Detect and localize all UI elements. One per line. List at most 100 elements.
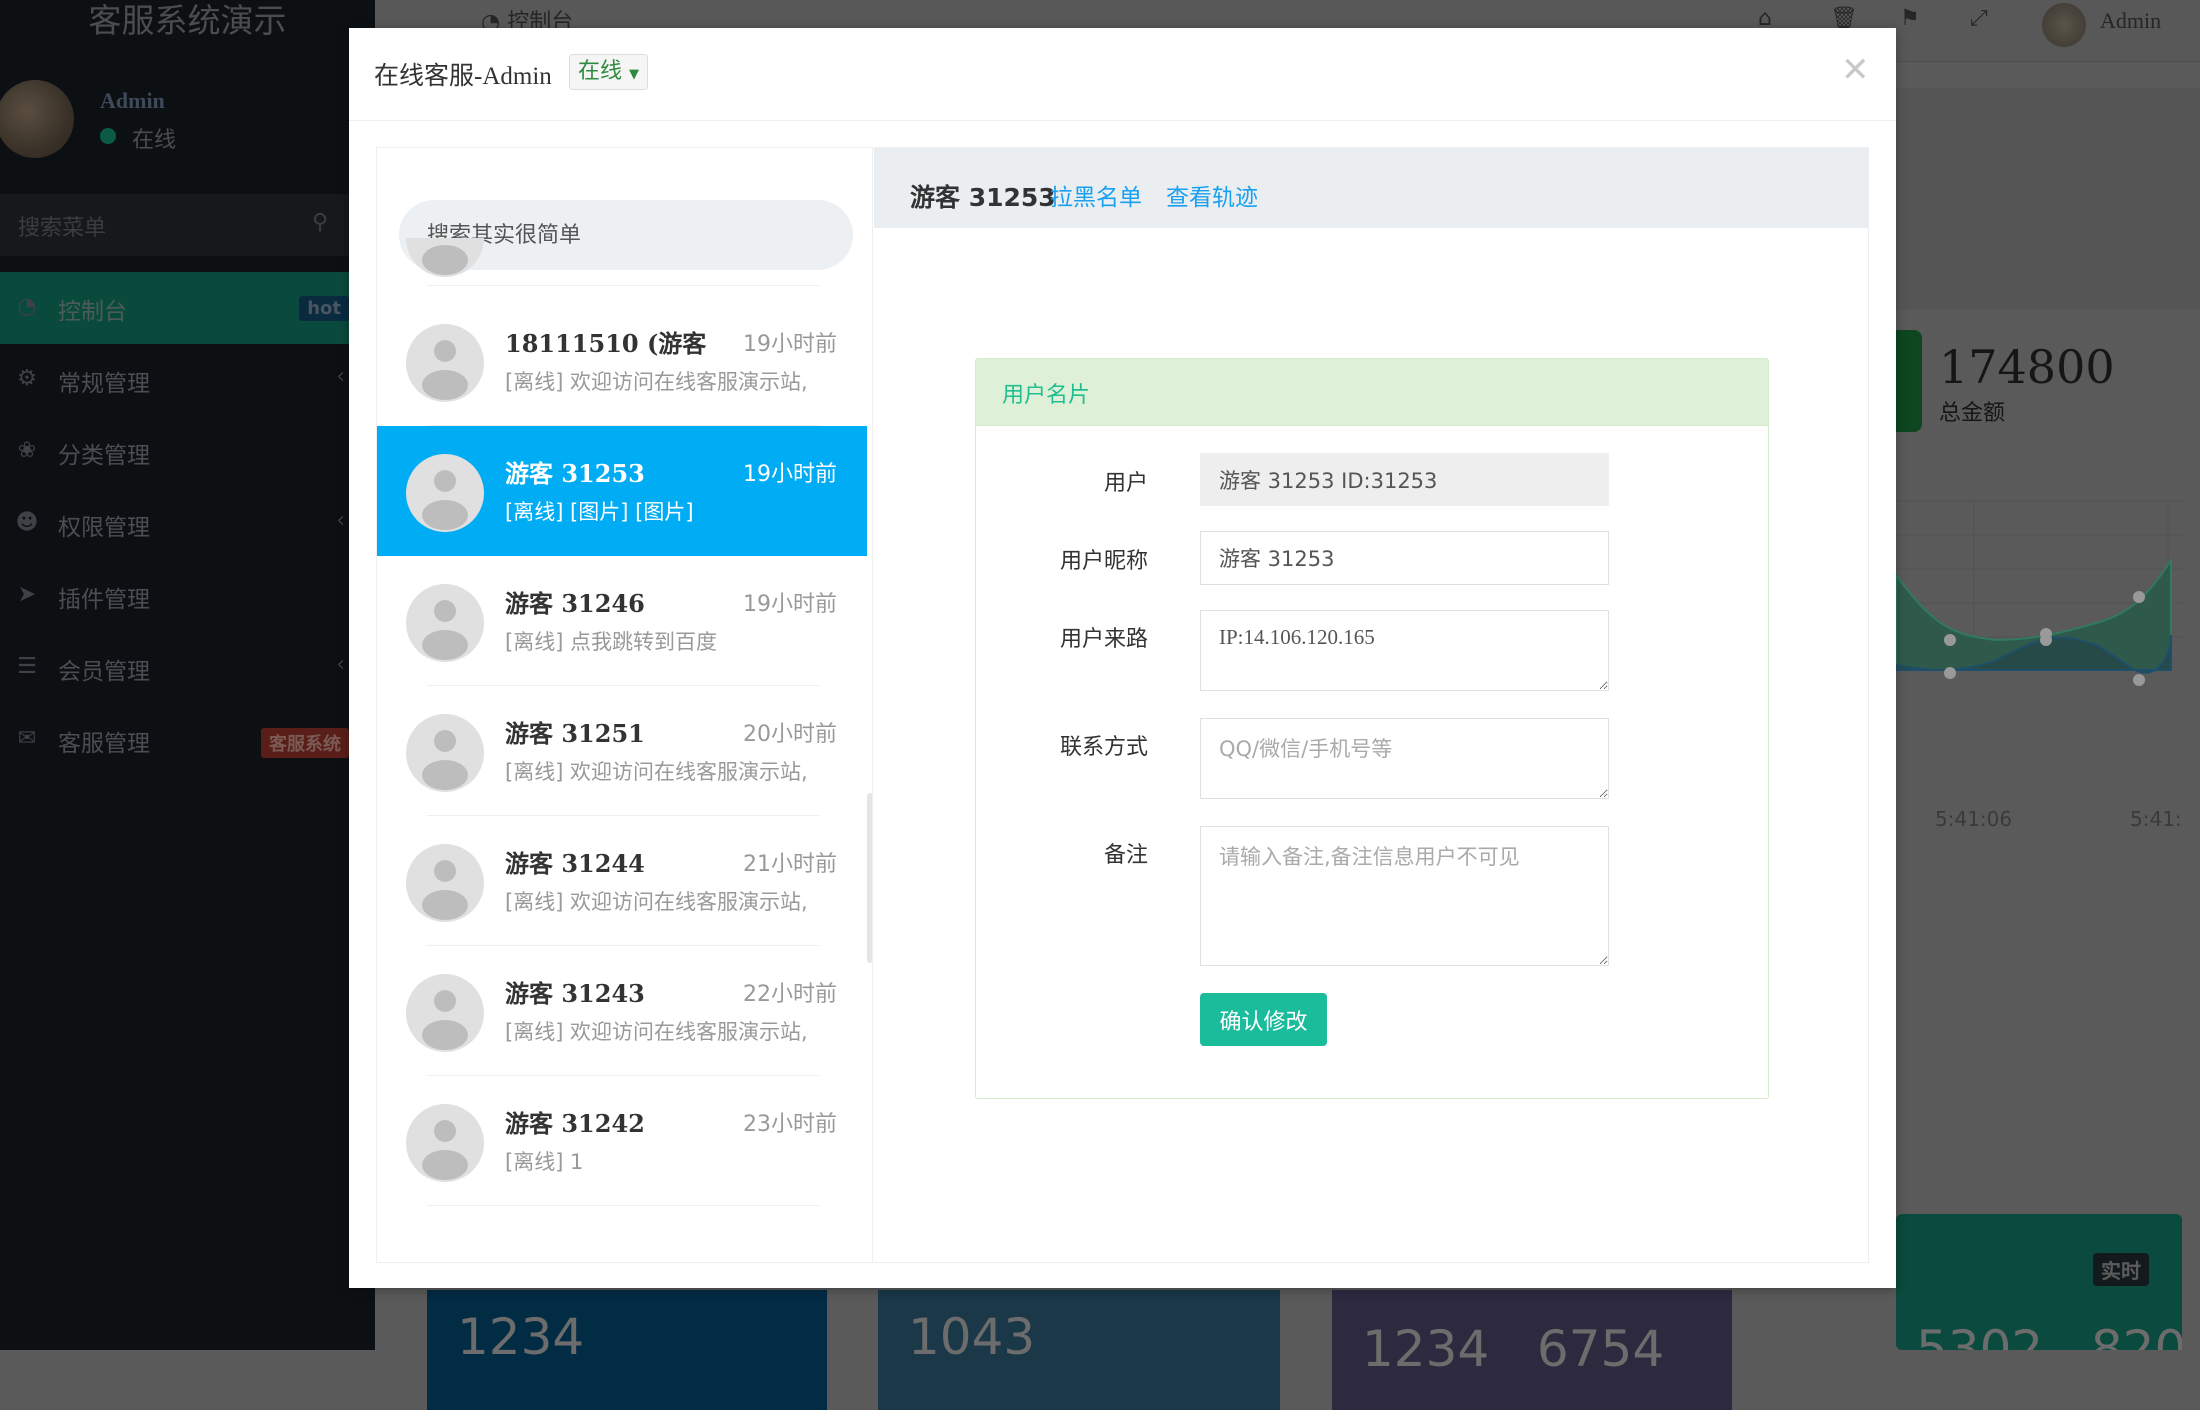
rocket-icon: ➤ (17, 582, 37, 607)
avatar-icon (406, 454, 484, 532)
menu-search-placeholder: 搜索菜单 (18, 216, 107, 241)
conversation-item[interactable]: 18111510 (游客 19小时前 [离线] 欢迎访问在线客服演示站, (377, 296, 867, 426)
sidebar-item-label: 控制台 (58, 299, 127, 325)
avatar-icon (406, 974, 484, 1052)
chat-panel: [离线] 1 18111510 (游客 19小时前 [离线] 欢迎访问在线客服演示站,… (376, 147, 1869, 1263)
source-field[interactable]: IP:14.106.120.165 (1200, 610, 1609, 691)
conversation-time: 19小时前 (743, 332, 837, 357)
sidebar-item-label: 分类管理 (58, 443, 150, 469)
avatar (0, 80, 74, 158)
divider (349, 120, 1896, 121)
comment-icon: ✉ (17, 726, 37, 751)
conversation-item[interactable]: 游客 31242 23小时前 [离线] 1 (377, 1076, 867, 1206)
chart-point (1944, 667, 1956, 679)
sidebar-item-dashboard[interactable]: ◔ 控制台 hot (0, 272, 349, 344)
sidebar: 客服系统演示 Admin 在线 搜索菜单 ⚲ ◔ 控制台 hot ⚙ 常规管理 … (0, 0, 375, 1350)
chart-tick-label: 5:41: (2130, 807, 2182, 831)
conversation-preview: [离线] 点我跳转到百度 (505, 630, 718, 654)
translate-icon[interactable]: ⚑ (1900, 6, 1920, 31)
conversation-preview: [离线] [图片] [图片] (505, 500, 694, 524)
card-header: 用户名片 (976, 359, 1768, 426)
caret-down-icon: ▼ (629, 67, 640, 82)
contact-field[interactable] (1200, 718, 1609, 799)
search-icon[interactable]: ⚲ (312, 210, 328, 235)
user-menu[interactable]: Admin (2100, 8, 2161, 34)
sidebar-item-label: 插件管理 (58, 587, 150, 613)
field-label: 用户昵称 (1059, 549, 1148, 574)
user-status: 在线 (132, 128, 177, 153)
avatar-icon (406, 584, 484, 662)
chart-point (1944, 634, 1956, 646)
stat-card: 1234 6754 (1332, 1290, 1732, 1410)
avatar-icon (406, 1104, 484, 1182)
conversation-preview: [离线] 1 (505, 1150, 584, 1174)
stat-card-realtime-values: 5302 8205 (1896, 1300, 2182, 1350)
sidebar-item-label: 客服管理 (58, 731, 150, 757)
realtime-badge: 实时 (2093, 1253, 2149, 1286)
conversation-preview: [离线] 欢迎访问在线客服演示站, (505, 760, 808, 784)
list-icon: ☰ (17, 654, 37, 679)
conversation-name: 游客 31251 (505, 719, 645, 748)
blacklist-link[interactable]: 拉黑名单 (1050, 178, 1142, 212)
cogs-icon: ⚙ (17, 366, 37, 391)
conversation-item[interactable]: 游客 31246 19小时前 [离线] 点我跳转到百度 (377, 556, 867, 686)
list-scrollbar[interactable] (867, 793, 872, 963)
sidebar-item-label: 权限管理 (58, 515, 150, 541)
expand-icon[interactable]: ⤢ (1970, 6, 1988, 31)
conversation-item[interactable]: 游客 31251 20小时前 [离线] 欢迎访问在线客服演示站, (377, 686, 867, 816)
avatar-icon (406, 324, 484, 402)
stat-value: 1234 6754 (1362, 1320, 1665, 1378)
conversation-item[interactable]: 游客 31244 21小时前 [离线] 欢迎访问在线客服演示站, (377, 816, 867, 946)
view-track-link[interactable]: 查看轨迹 (1166, 178, 1258, 212)
field-label: 备注 (1103, 843, 1148, 868)
divider (427, 285, 819, 286)
sidebar-item-service[interactable]: ✉ 客服管理 客服系统 (0, 704, 349, 776)
sidebar-item-category[interactable]: ❀ 分类管理 (0, 416, 349, 488)
sidebar-item-label: 常规管理 (58, 371, 150, 397)
conversation-time: 19小时前 (743, 462, 837, 487)
sidebar-item-permission[interactable]: ☻ 权限管理 ‹ (0, 488, 349, 560)
conversation-name: 游客 31243 (505, 979, 645, 1008)
sidebar-item-label: 会员管理 (58, 659, 150, 685)
conversation-preview: [离线] 欢迎访问在线客服演示站, (505, 890, 808, 914)
sidebar-item-plugin[interactable]: ➤ 插件管理 (0, 560, 349, 632)
conversation-item[interactable]: 游客 31253 19小时前 [离线] [图片] [图片] (377, 426, 867, 556)
conversation-time: 22小时前 (743, 982, 837, 1007)
visitor-name: 游客 31253 (910, 183, 1056, 212)
dashboard-icon: ◔ (17, 294, 37, 319)
chart-point (2133, 674, 2145, 686)
sidebar-item-member[interactable]: ☰ 会员管理 ‹ (0, 632, 349, 704)
field-label: 联系方式 (1059, 735, 1148, 760)
conversation-item[interactable]: 游客 31243 22小时前 [离线] 欢迎访问在线客服演示站, (377, 946, 867, 1076)
confirm-button[interactable]: 确认修改 (1200, 993, 1327, 1046)
conversation-name: 游客 31246 (505, 589, 645, 618)
field-label: 用户来路 (1059, 627, 1148, 652)
stat-value: 5302 8205 (1916, 1320, 2182, 1350)
conversation-name: 游客 31242 (505, 1109, 645, 1138)
service-badge: 客服系统 (261, 728, 349, 758)
remark-field[interactable] (1200, 826, 1609, 966)
stat-value: 1234 (457, 1308, 585, 1366)
conversation-preview: [离线] 欢迎访问在线客服演示站, (505, 370, 808, 394)
sidebar-item-general[interactable]: ⚙ 常规管理 ‹ (0, 344, 349, 416)
avatar-icon (406, 844, 484, 922)
chevron-left-icon: ‹ (336, 652, 345, 677)
chart-point (2133, 591, 2145, 603)
modal-title: 在线客服-Admin (374, 63, 552, 90)
chevron-left-icon: ‹ (336, 364, 345, 389)
field-label: 用户 (1103, 471, 1148, 496)
conversation-name: 18111510 (游客 (505, 329, 707, 358)
stat-card: 1234 (427, 1290, 827, 1410)
conversation-list: [离线] 1 18111510 (游客 19小时前 [离线] 欢迎访问在线客服演示站,… (377, 148, 873, 1262)
avatar[interactable] (2042, 3, 2086, 47)
status-dropdown[interactable]: 在线 ▼ (569, 54, 649, 90)
nickname-field[interactable] (1200, 531, 1609, 585)
conversation-name: 游客 31253 (505, 459, 645, 488)
background-chart (1896, 500, 2186, 686)
status-value: 在线 (578, 59, 623, 84)
stat-value: 1043 (908, 1308, 1036, 1366)
chart-tick-label: 5:41:06 (1935, 807, 2013, 831)
hot-badge: hot (299, 296, 349, 321)
online-dot-icon (100, 128, 116, 144)
close-icon[interactable]: ✕ (1841, 50, 1870, 90)
